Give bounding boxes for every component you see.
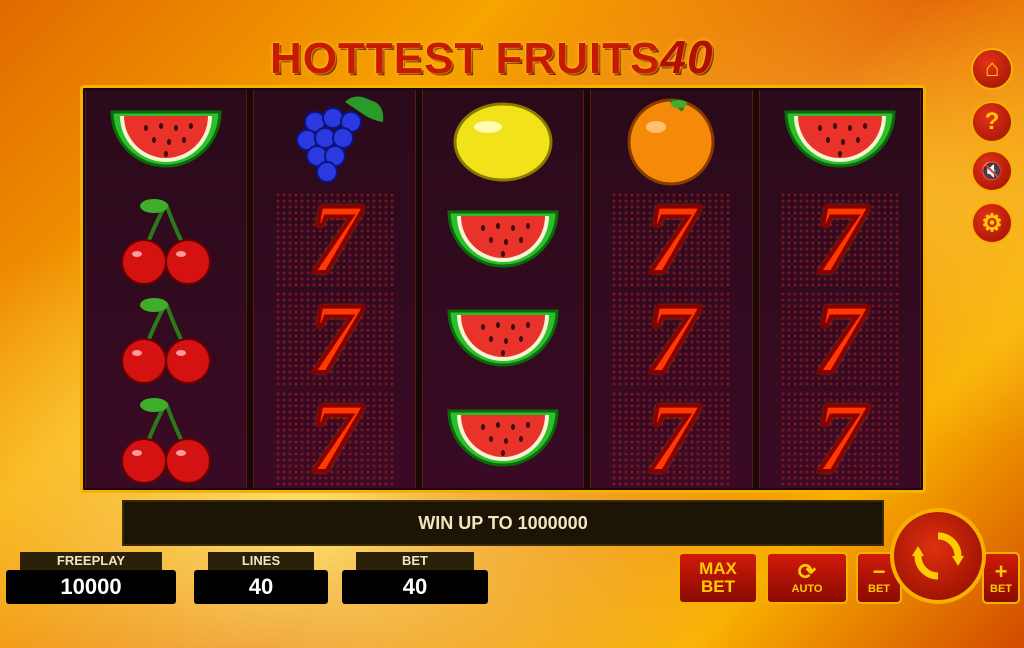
- seven-symbol-glyph: 7: [813, 282, 867, 394]
- lines-label: LINES: [208, 552, 314, 570]
- cherries-symbol: [106, 291, 226, 386]
- seven-symbol-glyph: 7: [308, 282, 362, 394]
- plus-icon: +: [994, 559, 1008, 584]
- reel-2: 777: [253, 90, 416, 494]
- watermelon-symbol: [443, 192, 563, 287]
- reel-4: 777: [590, 90, 753, 494]
- lines-panel: LINES 40: [194, 552, 328, 604]
- seven-symbol-glyph: 7: [644, 183, 698, 295]
- cherries-symbol: [106, 391, 226, 486]
- game-title-number: 40: [660, 31, 714, 83]
- freeplay-label: FREEPLAY: [20, 552, 162, 570]
- max-bet-line1: MAX: [699, 559, 737, 578]
- grapes-symbol: [275, 92, 395, 187]
- auto-button[interactable]: ⟳ AUTO: [766, 552, 848, 604]
- help-button[interactable]: ?: [971, 101, 1013, 143]
- win-message-bar: WIN UP TO 1000000: [122, 500, 884, 546]
- home-icon: ⌂: [984, 55, 1000, 82]
- seven-symbol: 7: [611, 282, 732, 394]
- seven-symbol: 7: [779, 183, 900, 295]
- seven-symbol: 7: [779, 282, 900, 394]
- watermelon-symbol: [780, 92, 900, 187]
- bet-plus-button[interactable]: + BET: [982, 552, 1020, 604]
- reel-1: [85, 90, 248, 488]
- bet-minus-label: BET: [868, 583, 890, 595]
- lemon-symbol: [443, 92, 563, 187]
- reel-5: 777: [758, 90, 922, 494]
- sound-muted-icon: 🔇: [980, 160, 1004, 181]
- reels-area: 777777777: [80, 85, 926, 493]
- settings-button[interactable]: ⚙: [971, 202, 1013, 244]
- watermelon-symbol: [443, 291, 563, 386]
- max-bet-button[interactable]: MAX BET: [678, 552, 758, 604]
- minus-icon: −: [872, 559, 886, 584]
- seven-symbol: 7: [274, 282, 395, 394]
- bet-value: 40: [342, 570, 488, 604]
- bet-label: BET: [356, 552, 474, 570]
- bet-panel: BET 40: [342, 552, 488, 604]
- seven-symbol-glyph: 7: [644, 382, 698, 494]
- orange-symbol: [611, 92, 731, 187]
- watermelon-symbol: [443, 391, 563, 486]
- spin-button[interactable]: [890, 508, 986, 604]
- sound-muted-button[interactable]: 🔇: [971, 150, 1013, 192]
- freeplay-panel: FREEPLAY 10000: [6, 552, 176, 604]
- seven-symbol-glyph: 7: [308, 183, 362, 295]
- reel-3: [421, 90, 585, 488]
- spin-arrows-icon: [912, 532, 964, 580]
- auto-label: AUTO: [791, 583, 823, 595]
- seven-symbol: 7: [611, 183, 732, 295]
- max-bet-line2: BET: [701, 577, 735, 596]
- game-title-text: HOTTEST FRUITS: [270, 34, 661, 83]
- win-message: WIN UP TO 1000000: [418, 512, 588, 533]
- watermelon-symbol: [106, 92, 226, 187]
- game-title: HOTTEST FRUITS40: [270, 30, 740, 85]
- seven-symbol-glyph: 7: [813, 382, 867, 494]
- seven-symbol: 7: [274, 183, 395, 295]
- seven-symbol: 7: [274, 382, 395, 494]
- cherries-symbol: [106, 192, 226, 287]
- seven-symbol: 7: [779, 382, 900, 494]
- seven-symbol-glyph: 7: [644, 282, 698, 394]
- settings-icon: ⚙: [981, 209, 1003, 237]
- seven-symbol-glyph: 7: [308, 382, 362, 494]
- seven-symbol: 7: [611, 382, 732, 494]
- help-icon: ?: [984, 108, 1000, 135]
- auto-arrow-icon: ⟳: [797, 559, 817, 584]
- freeplay-value: 10000: [6, 570, 176, 604]
- seven-symbol-glyph: 7: [813, 183, 867, 295]
- lines-value: 40: [194, 570, 328, 604]
- bet-plus-label: BET: [990, 583, 1012, 595]
- home-button[interactable]: ⌂: [971, 48, 1013, 90]
